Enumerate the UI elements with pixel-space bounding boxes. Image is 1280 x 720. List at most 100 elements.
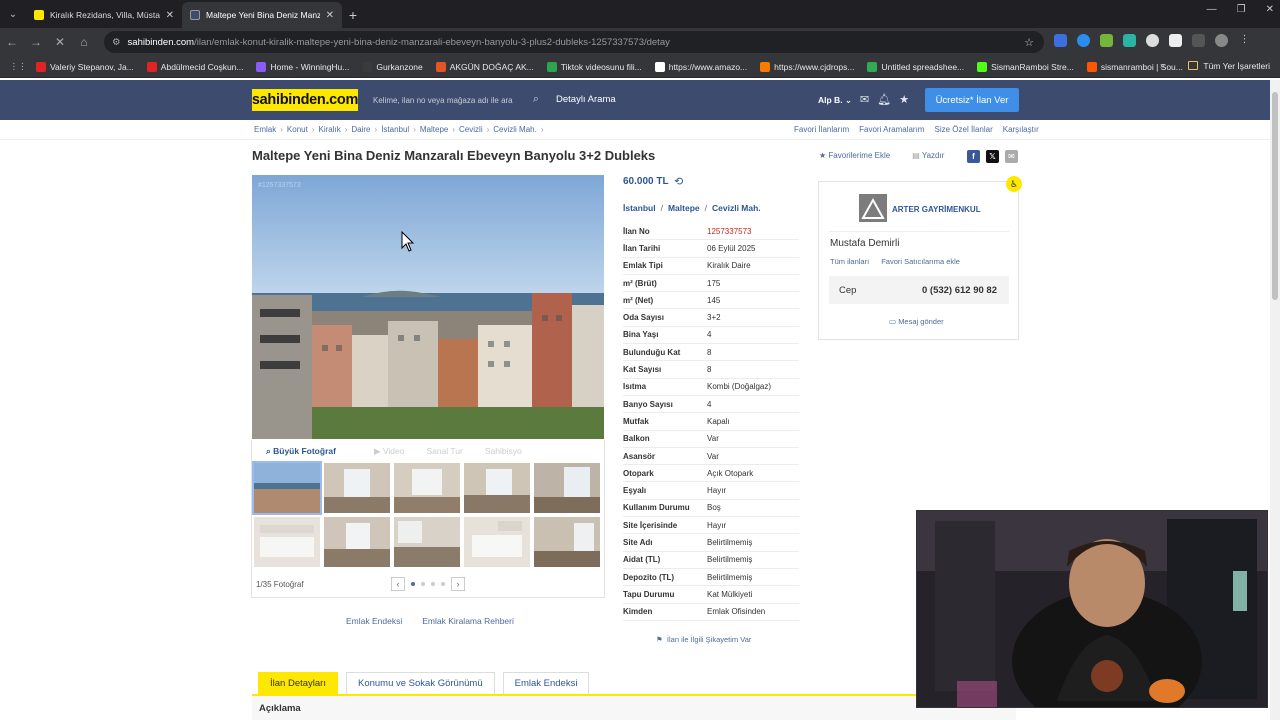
emlak-endeksi-link[interactable]: Emlak Endeksi (346, 616, 402, 626)
thumbnail[interactable] (464, 463, 530, 513)
restore-icon[interactable]: ❐ (1237, 4, 1246, 15)
extension-icon[interactable] (1054, 34, 1067, 47)
bookmark-item[interactable]: https://www.amazo... (654, 61, 747, 72)
location-neighborhood[interactable]: Cevizli Mah. (712, 203, 761, 213)
apps-grid-icon[interactable]: ⋮⋮ (0, 61, 36, 72)
complaint-link[interactable]: ⚑ İlan ile İlgili Şikayetim Var (656, 635, 751, 644)
page-dot[interactable] (431, 582, 435, 586)
browser-tab-inactive[interactable]: Kiralık Rezidans, Villa, Müstakil ✕ (26, 2, 182, 28)
tab-search-icon[interactable]: ⌄ (0, 0, 26, 28)
breadcrumb-item[interactable]: Cevizli (459, 125, 483, 134)
page-dot[interactable] (411, 582, 415, 586)
bookmark-item[interactable]: AKGÜN DOĞAÇ AK... (435, 61, 534, 72)
bookmark-item[interactable]: Gurkanzone (362, 61, 423, 72)
thumbnail[interactable] (324, 463, 390, 513)
bookmark-item[interactable]: SismanRamboi Stre... (977, 61, 1074, 72)
thumbnail[interactable] (252, 461, 322, 515)
page-dot[interactable] (441, 582, 445, 586)
bookmark-item[interactable]: Untitled spreadshee... (867, 61, 964, 72)
breadcrumb-item[interactable]: Daire (351, 125, 370, 134)
new-tab-button[interactable]: + (342, 2, 364, 28)
quick-link[interactable]: Favori İlanlarım (794, 125, 849, 134)
search-icon[interactable]: ⌕ (533, 93, 539, 106)
breadcrumb-item[interactable]: İstanbul (381, 125, 409, 134)
thumbnail[interactable] (464, 517, 530, 567)
quick-link[interactable]: Favori Aramalarım (859, 125, 924, 134)
bookmark-item[interactable]: Abdülmecid Coşkun... (146, 61, 243, 72)
seller-logo[interactable] (859, 194, 887, 222)
ublock-icon[interactable] (1169, 34, 1182, 47)
close-tab-icon[interactable]: ✕ (326, 10, 334, 21)
close-window-icon[interactable]: ✕ (1266, 4, 1274, 15)
bookmark-item[interactable]: sismanramboi | Sou... (1086, 61, 1183, 72)
seller-company[interactable]: ARTER GAYRİMENKUL (892, 205, 981, 214)
notifications-icon[interactable]: 🔔︎ (877, 93, 891, 106)
messages-icon[interactable]: ✉ (860, 93, 869, 106)
sahibinden-logo[interactable]: sahibinden.com (252, 89, 358, 111)
breadcrumb-item[interactable]: Cevizli Mah. (493, 125, 537, 134)
all-listings-link[interactable]: Tüm ilanları (830, 257, 869, 266)
post-listing-button[interactable]: Ücretsiz* İlan Ver (925, 88, 1019, 112)
bookmark-star-icon[interactable]: ☆ (1024, 36, 1034, 49)
extensions-puzzle-icon[interactable] (1192, 34, 1205, 47)
thumbnail[interactable] (254, 517, 320, 567)
big-photo-button[interactable]: ⌕ Büyük Fotoğraf (266, 446, 336, 457)
page-dot[interactable] (421, 582, 425, 586)
tab-real-estate-index[interactable]: Emlak Endeksi (502, 672, 590, 694)
minimize-icon[interactable]: — (1207, 4, 1217, 15)
forward-icon[interactable]: → (24, 28, 48, 56)
quick-link[interactable]: Size Özel İlanlar (934, 125, 992, 134)
breadcrumb-item[interactable]: Konut (287, 125, 308, 134)
facebook-icon[interactable]: f (967, 150, 980, 163)
user-menu[interactable]: Alp B. ⌄ (818, 95, 852, 106)
breadcrumb-item[interactable]: Maltepe (420, 125, 448, 134)
profile-avatar-icon[interactable] (1215, 34, 1228, 47)
next-page-icon[interactable]: › (451, 577, 465, 591)
address-bar[interactable]: ⚙ sahibinden.com/ilan/emlak-konut-kirali… (104, 31, 1044, 53)
all-bookmarks-folder[interactable]: Tüm Yer İşaretleri (1188, 61, 1270, 71)
print-button[interactable]: ▤ Yazdır (912, 151, 944, 160)
prev-page-icon[interactable]: ‹ (391, 577, 405, 591)
thumbnail[interactable] (324, 517, 390, 567)
thumbnail[interactable] (394, 517, 460, 567)
kiralama-rehberi-link[interactable]: Emlak Kiralama Rehberi (422, 616, 514, 626)
breadcrumb-item[interactable]: Kiralık (318, 125, 340, 134)
location-district[interactable]: Maltepe (668, 203, 700, 213)
thumbnail[interactable] (394, 463, 460, 513)
extension-icon[interactable] (1077, 34, 1090, 47)
email-share-icon[interactable]: ✉ (1005, 150, 1018, 163)
site-info-icon[interactable]: ⚙ (112, 37, 121, 48)
extension-icon[interactable] (1100, 34, 1113, 47)
price-history-icon[interactable]: ⟲ (674, 175, 683, 188)
home-icon[interactable]: ⌂ (72, 28, 96, 56)
more-bookmarks-icon[interactable]: » (1160, 60, 1165, 70)
search-input[interactable]: Kelime, ilan no veya mağaza adı ile ara … (365, 89, 545, 111)
back-icon[interactable]: ← (0, 28, 24, 56)
quick-link[interactable]: Karşılaştır (1003, 125, 1039, 134)
extension-icon[interactable] (1123, 34, 1136, 47)
stop-icon[interactable]: ✕ (48, 28, 72, 56)
browser-menu-icon[interactable]: ⋮ (1238, 34, 1251, 47)
favorite-seller-link[interactable]: Favori Satıcılarıma ekle (881, 257, 960, 266)
bookmark-item[interactable]: Tiktok videosunu fili... (546, 61, 642, 72)
phone-number[interactable]: 0 (532) 612 90 82 (922, 285, 997, 296)
thumbnail[interactable] (534, 517, 600, 567)
scrollbar-thumb[interactable] (1272, 92, 1278, 300)
browser-tab-active[interactable]: Maltepe Yeni Bina Deniz Manzar ✕ (182, 2, 342, 28)
x-twitter-icon[interactable]: 𝕏 (986, 150, 999, 163)
breadcrumb-item[interactable]: Emlak (254, 125, 276, 134)
accessibility-icon[interactable]: ♿ (1006, 176, 1022, 192)
thumbnail[interactable] (534, 463, 600, 513)
bookmark-item[interactable]: Valeriy Stepanov, Ja... (36, 61, 134, 72)
close-tab-icon[interactable]: ✕ (166, 10, 174, 21)
send-message-button[interactable]: ▭ Mesaj gönder (889, 317, 944, 326)
favorites-star-icon[interactable]: ★ (899, 93, 909, 106)
page-scrollbar[interactable] (1270, 80, 1280, 720)
bookmark-item[interactable]: Home - WinningHu... (256, 61, 349, 72)
advanced-search-link[interactable]: Detaylı Arama (556, 94, 616, 105)
tab-location-street-view[interactable]: Konumu ve Sokak Görünümü (345, 672, 495, 694)
bookmark-item[interactable]: https://www.cjdrops... (760, 61, 854, 72)
tab-listing-details[interactable]: İlan Detayları (258, 672, 338, 694)
extension-icon[interactable] (1146, 34, 1159, 47)
main-photo[interactable] (252, 175, 604, 439)
